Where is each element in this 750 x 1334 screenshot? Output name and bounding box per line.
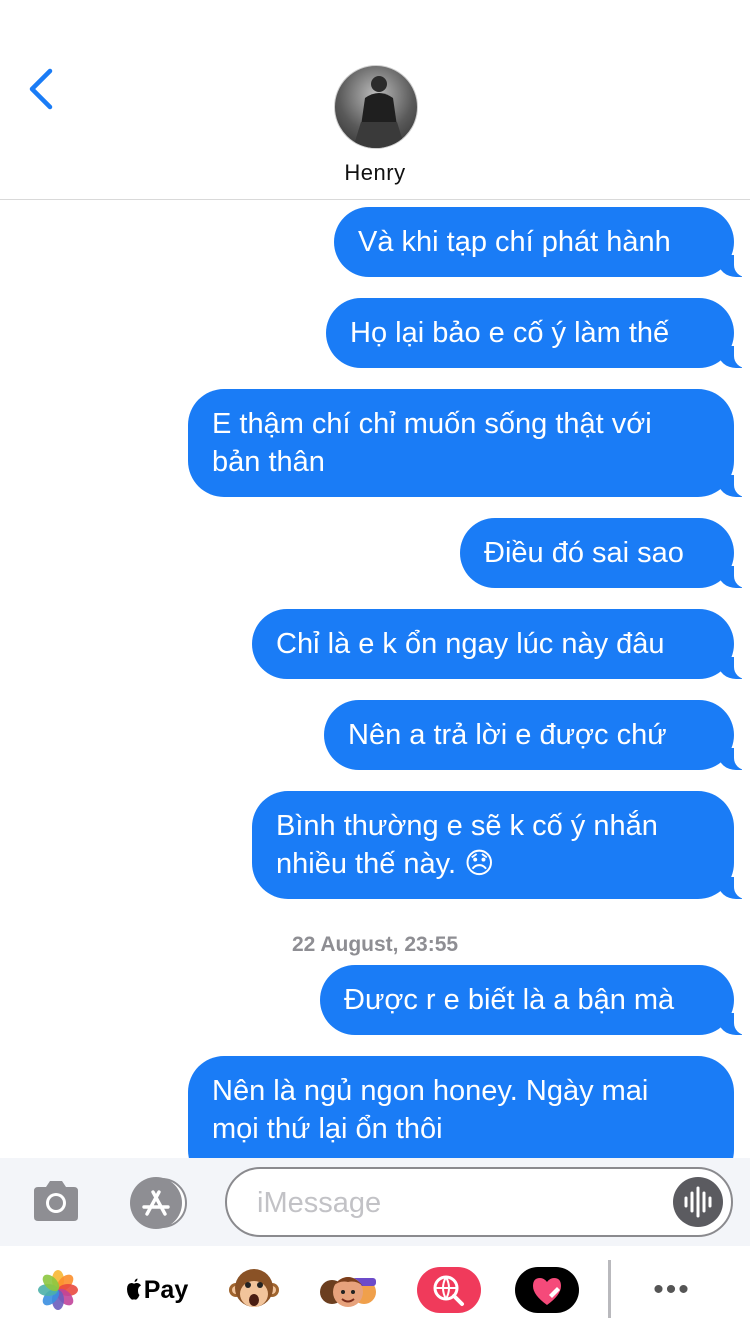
heart-touch-icon [515, 1267, 579, 1313]
camera-icon[interactable] [30, 1179, 82, 1223]
app-store-icon[interactable] [126, 1176, 190, 1230]
message-bubble[interactable]: Điều đó sai sao [460, 518, 750, 588]
message-bubble[interactable]: Và khi tạp chí phát hành [334, 207, 750, 277]
message-thread[interactable]: Và khi tạp chí phát hành Họ lại bảo e cố… [0, 200, 750, 1158]
back-chevron-icon[interactable] [26, 68, 56, 110]
message-bubble[interactable]: Chỉ là e k ổn ngay lúc này đâu [252, 609, 750, 679]
person-silhouette-icon [353, 76, 405, 148]
monkey-icon [229, 1269, 279, 1307]
globe-search-icon [417, 1267, 481, 1313]
more-apps-button[interactable]: ••• [640, 1262, 704, 1318]
memoji-stickers-button[interactable] [316, 1262, 380, 1318]
animoji-app-button[interactable] [222, 1262, 286, 1318]
message-text-field[interactable] [255, 1181, 659, 1225]
more-dots-icon: ••• [653, 1273, 691, 1306]
photos-app-button[interactable] [26, 1262, 90, 1318]
audio-message-button[interactable] [673, 1177, 723, 1227]
memoji-icon [320, 1277, 376, 1307]
photos-icon [38, 1270, 78, 1310]
apple-logo-icon [126, 1278, 141, 1300]
contact-name[interactable]: Henry [0, 160, 750, 186]
web-search-app-button[interactable] [414, 1262, 484, 1318]
message-bubble[interactable]: Bình thường e sẽ k cố ý nhắn nhiều thế n… [252, 791, 750, 899]
imessage-input[interactable] [225, 1167, 733, 1237]
contact-avatar[interactable] [334, 65, 418, 149]
message-timestamp: 22 August, 23:55 [291, 933, 459, 956]
message-bubble[interactable]: Nên a trả lời e được chứ [324, 700, 750, 770]
apple-pay-label: Pay [143, 1275, 189, 1304]
imessage-app-drawer: Pay ••• [0, 1246, 750, 1334]
app-drawer-divider [608, 1260, 611, 1318]
apple-pay-button[interactable]: Pay [120, 1262, 192, 1318]
message-bubble[interactable]: Được r e biết là a bận mà [320, 965, 750, 1035]
message-bubble[interactable]: Nên là ngủ ngon honey. Ngày mai mọi thứ … [188, 1056, 734, 1158]
message-bubble[interactable]: Họ lại bảo e cố ý làm thế [326, 298, 750, 368]
waveform-icon [684, 1186, 712, 1218]
digital-touch-button[interactable] [512, 1262, 582, 1318]
composer-bar [0, 1158, 750, 1246]
conversation-header: Henry [0, 0, 750, 200]
message-bubble[interactable]: E thậm chí chỉ muốn sống thật với bản th… [188, 389, 750, 497]
